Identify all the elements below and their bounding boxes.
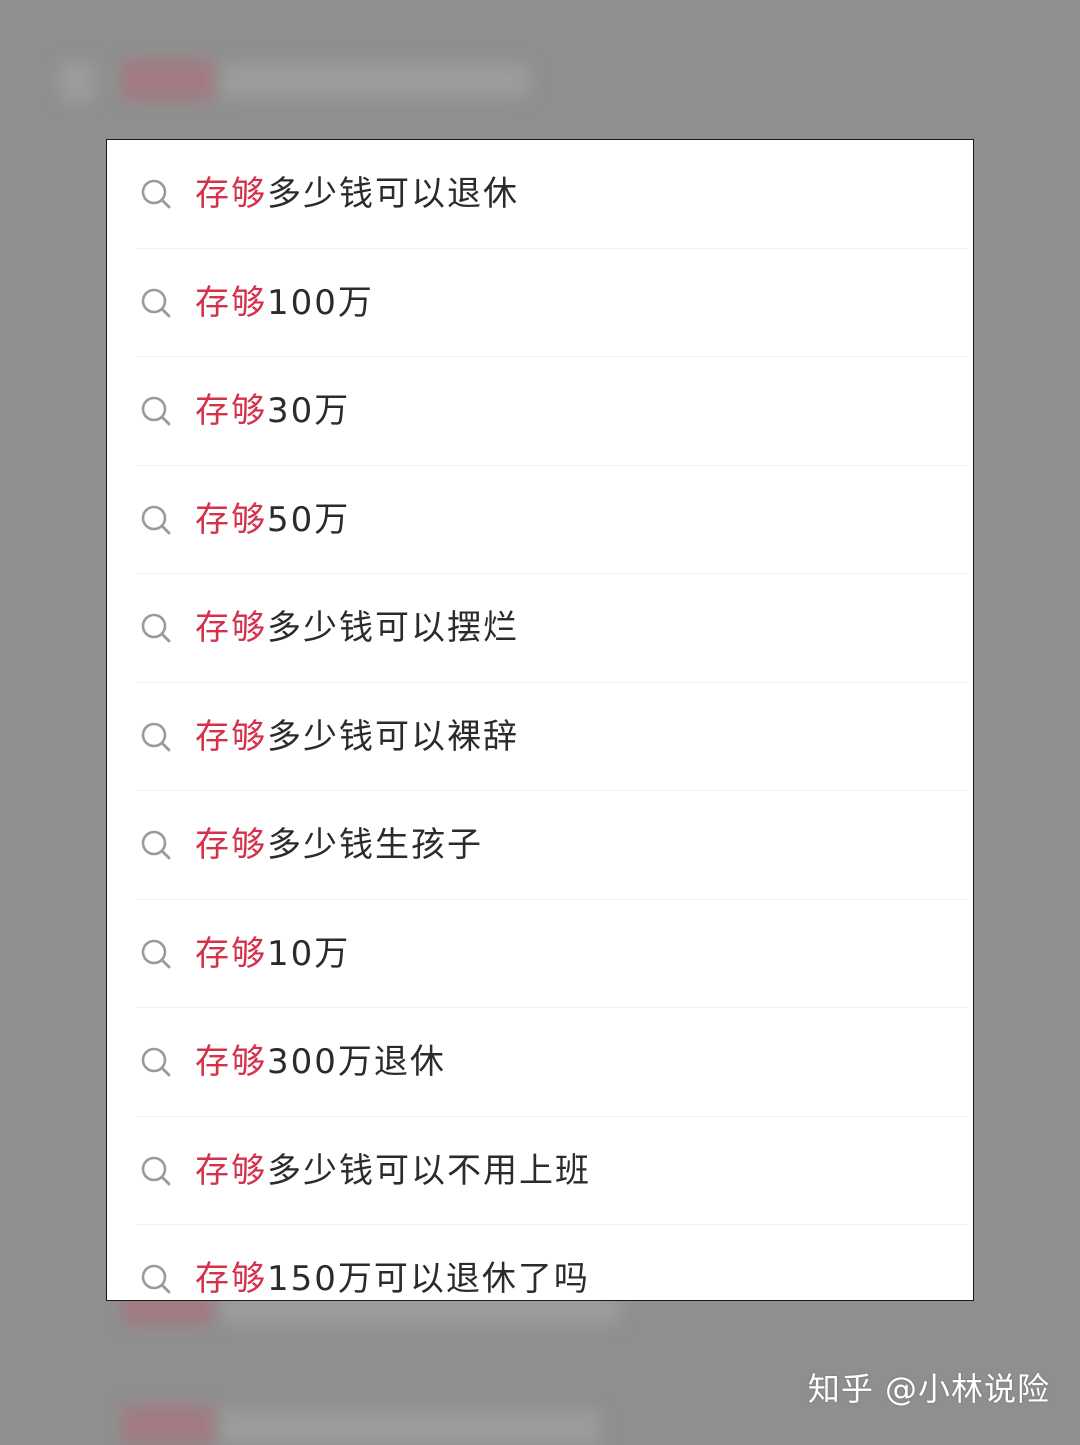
suggestion-item[interactable]: 存够多少钱生孩子	[107, 791, 973, 900]
suggestion-highlight: 存够	[195, 499, 267, 540]
suggestion-highlight: 存够	[195, 1042, 267, 1083]
suggestion-rest: 30万	[267, 391, 351, 432]
suggestion-highlight: 存够	[195, 391, 267, 432]
watermark: 知乎 @小林说险	[807, 1370, 1050, 1408]
suggestion-item[interactable]: 存够150万可以退休了吗	[107, 1225, 973, 1300]
suggestion-highlight: 存够	[195, 282, 267, 323]
blurred-title	[220, 64, 530, 98]
suggestion-text: 存够多少钱可以退休	[195, 177, 519, 211]
suggestion-highlight: 存够	[195, 1259, 267, 1300]
search-icon	[139, 1262, 173, 1296]
blurred-back-icon	[60, 62, 94, 102]
search-icon	[139, 503, 173, 537]
search-icon	[139, 1045, 173, 1079]
suggestion-highlight: 存够	[195, 1150, 267, 1191]
search-icon	[139, 611, 173, 645]
search-icon	[139, 394, 173, 428]
suggestion-highlight: 存够	[195, 825, 267, 866]
search-suggestion-panel: 存够多少钱可以退休 存够100万 存够30万 存够50万 存够多少钱可以摆烂 存够多少钱可…	[106, 139, 974, 1301]
suggestion-list: 存够多少钱可以退休 存够100万 存够30万 存够50万 存够多少钱可以摆烂 存够多少钱可…	[107, 140, 973, 1300]
suggestion-rest: 多少钱可以不用上班	[267, 1150, 591, 1191]
search-icon	[139, 720, 173, 754]
suggestion-rest: 300万退休	[267, 1042, 446, 1083]
suggestion-item[interactable]: 存够多少钱可以退休	[107, 140, 973, 249]
suggestion-item[interactable]: 存够50万	[107, 466, 973, 575]
suggestion-highlight: 存够	[195, 716, 267, 757]
blurred-row-text-2	[220, 1410, 600, 1444]
suggestion-rest: 10万	[267, 933, 351, 974]
suggestion-text: 存够100万	[195, 286, 374, 320]
search-icon	[139, 1154, 173, 1188]
suggestion-text: 存够10万	[195, 937, 350, 971]
suggestion-rest: 多少钱可以裸辞	[267, 716, 519, 757]
suggestion-text: 存够多少钱可以裸辞	[195, 720, 519, 754]
suggestion-text: 存够30万	[195, 394, 350, 428]
suggestion-text: 存够多少钱可以摆烂	[195, 611, 519, 645]
suggestion-rest: 多少钱生孩子	[267, 825, 483, 866]
suggestion-rest: 50万	[267, 499, 351, 540]
suggestion-text: 存够多少钱可以不用上班	[195, 1154, 591, 1188]
suggestion-text: 存够多少钱生孩子	[195, 828, 483, 862]
blurred-title-highlight	[122, 60, 214, 100]
suggestion-text: 存够150万可以退休了吗	[195, 1262, 590, 1296]
suggestion-item[interactable]: 存够多少钱可以不用上班	[107, 1117, 973, 1226]
search-icon	[139, 828, 173, 862]
suggestion-highlight: 存够	[195, 608, 267, 649]
suggestion-rest: 多少钱可以摆烂	[267, 608, 519, 649]
suggestion-text: 存够50万	[195, 503, 350, 537]
suggestion-rest: 多少钱可以退休	[267, 174, 519, 215]
suggestion-item[interactable]: 存够多少钱可以摆烂	[107, 574, 973, 683]
suggestion-highlight: 存够	[195, 174, 267, 215]
search-icon	[139, 177, 173, 211]
search-icon	[139, 937, 173, 971]
suggestion-highlight: 存够	[195, 933, 267, 974]
search-icon	[139, 286, 173, 320]
suggestion-item[interactable]: 存够300万退休	[107, 1008, 973, 1117]
suggestion-item[interactable]: 存够30万	[107, 357, 973, 466]
suggestion-rest: 150万可以退休了吗	[267, 1259, 590, 1300]
blurred-row-highlight-2	[122, 1405, 214, 1445]
suggestion-rest: 100万	[267, 282, 374, 323]
suggestion-item[interactable]: 存够多少钱可以裸辞	[107, 683, 973, 792]
suggestion-item[interactable]: 存够10万	[107, 900, 973, 1009]
suggestion-text: 存够300万退休	[195, 1045, 446, 1079]
suggestion-item[interactable]: 存够100万	[107, 249, 973, 358]
